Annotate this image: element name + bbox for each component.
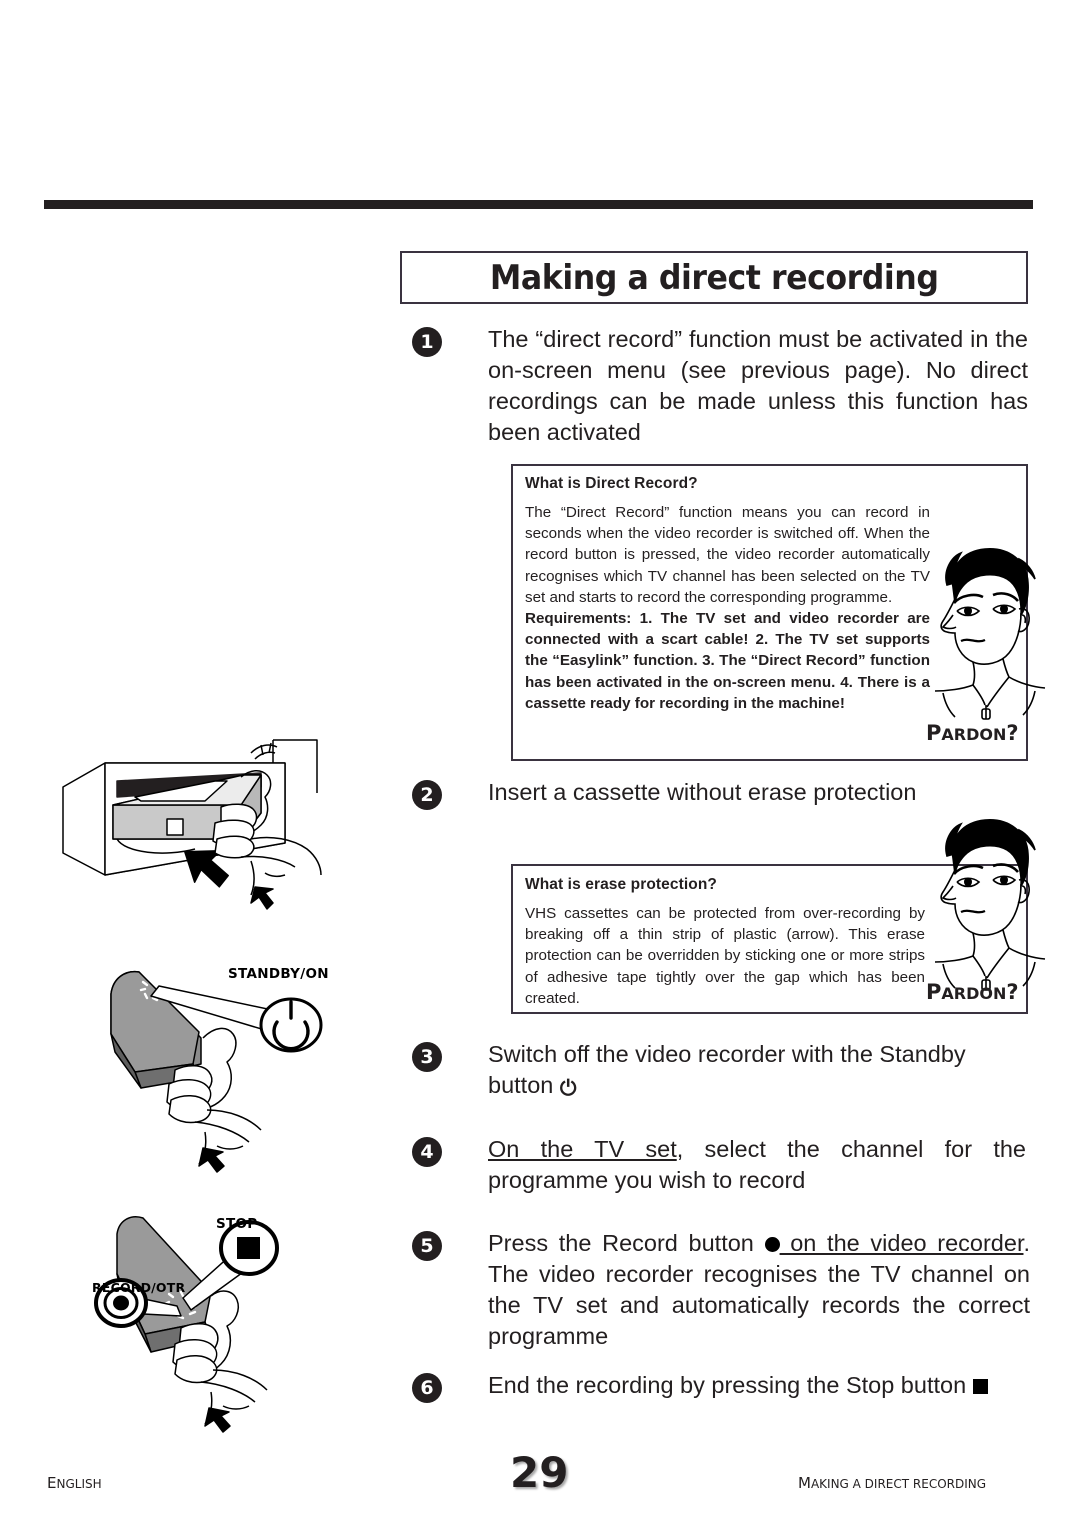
power-icon: ⏻ <box>559 1076 577 1100</box>
step-4-text: On the TV set, select the channel for th… <box>488 1134 1026 1196</box>
pardon-man-illustration-1 <box>934 548 1046 720</box>
record-dot-icon <box>764 1237 780 1252</box>
callout-label-stop: STOP <box>216 1216 258 1232</box>
info-box-2-body: VHS cassettes can be protected from over… <box>525 905 925 1007</box>
cassette-insertion-illustration <box>62 739 322 910</box>
callout-label-standby-on: STANDBY/ON <box>228 966 329 982</box>
step-4-number: 4 <box>412 1137 442 1167</box>
step-6-number: 6 <box>412 1373 442 1403</box>
step-3-text: Switch off the video recorder with the S… <box>488 1039 1033 1104</box>
pardon-label-1: PARDON? <box>926 721 1019 745</box>
step-5-text: Press the Record button on the video rec… <box>488 1228 1030 1352</box>
remote-standby-illustration <box>110 970 323 1173</box>
step-6-text: End the recording by pressing the Stop b… <box>488 1370 1033 1401</box>
step-1-text: The “direct record” function must be act… <box>488 326 1028 445</box>
step-4-underlined: On the TV set <box>488 1136 677 1162</box>
step-5-lead: Press the Record button <box>488 1230 765 1256</box>
step-6-label: End the recording by pressing the Stop b… <box>488 1372 973 1398</box>
header-rule <box>44 200 1033 209</box>
pardon-man-illustration-2 <box>934 819 1046 991</box>
step-3-number: 3 <box>412 1042 442 1072</box>
pardon-label-2: PARDON? <box>926 980 1019 1004</box>
step-1-number: 1 <box>412 327 442 357</box>
step-5-number: 5 <box>412 1231 442 1261</box>
info-box-1-body: The “Direct Record” function means you c… <box>525 504 930 606</box>
page-title-box: Making a direct recording <box>400 251 1028 304</box>
stop-square-icon <box>972 1379 988 1394</box>
callout-label-record-otr: RECORD/OTR <box>92 1280 186 1295</box>
step-5-underlined: on the video recorder <box>779 1230 1024 1256</box>
info-box-1-requirements: Requirements: 1. The TV set and video re… <box>525 610 930 712</box>
footer-section-title: MAKING A DIRECT RECORDING <box>798 1474 987 1492</box>
step-2-text: Insert a cassette without erase protecti… <box>488 779 917 805</box>
footer-language: ENGLISH <box>47 1474 102 1492</box>
info-box-1-title: What is Direct Record? <box>525 475 698 492</box>
step-2-number: 2 <box>412 780 442 810</box>
remote-record-stop-illustration <box>94 1216 279 1433</box>
page-title: Making a direct recording <box>489 257 939 298</box>
page-number: 29 <box>510 1448 569 1497</box>
